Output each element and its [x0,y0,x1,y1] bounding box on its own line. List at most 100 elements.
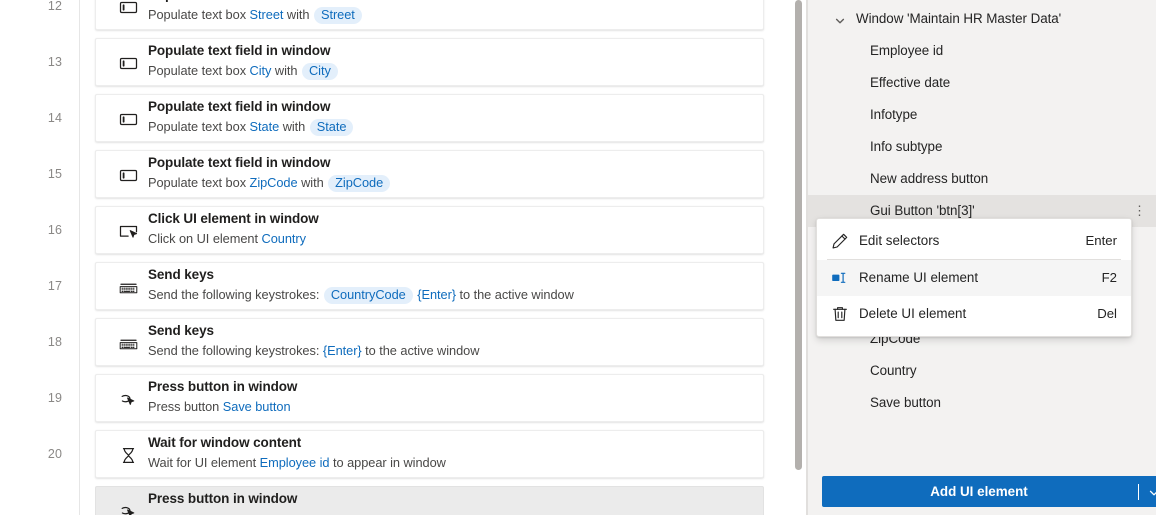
flow-action-description: Populate text box City with City [148,63,755,80]
ui-element-tree-item-label: Info subtype [870,139,943,154]
description-text: to appear in window [329,455,446,470]
flow-row[interactable]: 12 Populate text field in windowPopulate … [0,0,806,34]
parameter-link: Save button [222,399,291,414]
hourglass-icon [118,445,139,466]
context-menu-item[interactable]: Edit selectors Enter [817,223,1131,259]
flow-action-title: Click UI element in window [148,211,319,226]
ui-element-tree-item[interactable]: Employee id [808,35,1156,67]
flow-row-number: 13 [47,55,62,69]
ui-element-tree-item[interactable]: Effective date [808,67,1156,99]
parameter-link: ZipCode [249,175,298,190]
flow-action-card[interactable]: Populate text field in window Populate te… [95,150,764,198]
ui-element-tree-item[interactable]: Save button [808,387,1156,419]
context-menu-item-label: Rename UI element [859,270,979,285]
description-text: Populate text box [148,175,250,190]
parameter-link: State [249,119,280,134]
ui-elements-pane: Window 'Maintain HR Master Data' Employee… [808,0,1156,515]
flow-row[interactable]: 15 Populate text field in window Populate … [0,146,806,202]
split-button-divider [1138,484,1139,500]
rename-icon [831,269,849,287]
flow-row[interactable]: 18 Send keys Send the following keystrokes… [0,314,806,370]
textbox-icon [118,109,139,130]
ui-element-tree-item-label: New address button [870,171,989,186]
flow-action-title: Press button in window [148,379,298,394]
ui-element-tree-item[interactable]: Info subtype [808,131,1156,163]
flow-action-description: Send the following keystrokes: CountryCo… [148,287,755,304]
flow-row-number: 14 [47,111,62,125]
textbox-icon [118,53,139,74]
more-options-icon[interactable]: ⋮ [1130,195,1150,227]
add-ui-element-split-button[interactable]: Add UI element [822,476,1156,507]
flow-action-description: Wait for UI element Employee id to appea… [148,455,755,470]
description-text: Send the following keystrokes: [148,287,323,302]
power-automate-desktop-designer: 12 Populate text field in window Populate … [0,0,1156,515]
flow-action-description: Populate text box State with State [148,119,755,136]
ui-element-tree-item[interactable]: Infotype [808,99,1156,131]
flow-action-title: Populate text field in window [148,43,331,58]
chevron-down-icon[interactable] [1148,486,1156,498]
chevron-down-icon[interactable] [834,14,846,26]
flow-row-number: 19 [47,391,62,405]
parameter-pill: State [309,119,354,136]
flow-scrollbar-track[interactable] [792,0,806,515]
context-menu-item-label: Edit selectors [859,233,940,248]
parameter-link: Street [249,7,284,22]
textbox-icon [118,0,139,18]
flow-row[interactable]: 19 Press button in window Press button Sav… [0,370,806,426]
flow-action-card[interactable]: Populate text field in window Populate te… [95,94,764,142]
ui-element-tree-item[interactable]: New address button [808,163,1156,195]
keyboard-icon [118,333,139,354]
flow-action-title: Populate text field in window [148,155,331,170]
pencil-icon [831,232,849,250]
flow-action-card[interactable]: Populate text field in window Populate te… [95,0,764,30]
flow-row[interactable]: 20 Wait for window content Wait for UI ele… [0,426,806,482]
flow-action-card[interactable]: Send keys Send the following keystrokes: … [95,318,764,366]
flow-action-title: Populate text field in window [148,0,755,2]
description-text: with [297,175,328,190]
trash-icon [831,305,849,323]
context-menu-item-shortcut: Del [1097,306,1117,321]
ui-element-tree-item-label: Infotype [870,107,918,122]
flow-action-title: Send keys [148,323,214,338]
parameter-link: {Enter} [417,287,457,302]
flow-action-card[interactable]: Press button in window Press button Save … [95,374,764,422]
flow-action-card[interactable]: Wait for window content Wait for UI eleme… [95,430,764,478]
click-element-icon [118,221,139,242]
flow-action-title: Send keys [148,267,214,282]
add-ui-element-button-label[interactable]: Add UI element [822,476,1136,507]
flow-action-title: Press button in window [148,491,298,506]
flow-row-number: 12 [47,0,62,13]
flow-row[interactable]: 17 Send keys Send the following keystrokes… [0,258,806,314]
flow-action-card[interactable]: Send keys Send the following keystrokes: … [95,262,764,310]
ui-elements-tree: Window 'Maintain HR Master Data' Employee… [808,3,1156,419]
press-button-icon [118,501,139,515]
context-menu-item-label: Delete UI element [859,306,967,321]
flow-row[interactable]: Press button in window [0,482,806,515]
ui-element-tree-item[interactable]: Window 'Maintain HR Master Data' [808,3,1156,35]
flow-action-description: Click on UI element Country [148,231,755,246]
flow-action-card[interactable]: Click UI element in window Click on UI el… [95,206,764,254]
flow-rows-list: 12 Populate text field in window Populate … [0,0,806,515]
flow-action-description: Send the following keystrokes: {Enter} t… [148,343,755,358]
flow-action-description: Populate text box ZipCode with ZipCode [148,175,755,192]
flow-row-number: 18 [47,335,62,349]
flow-row[interactable]: 16 Click UI element in window Click on UI … [0,202,806,258]
context-menu-item[interactable]: Rename UI element F2 [817,260,1131,296]
flow-action-card[interactable]: Press button in window [95,486,764,515]
flow-scrollbar-thumb[interactable] [795,0,802,470]
flow-row[interactable]: 13 Populate text field in window Populate … [0,34,806,90]
press-button-icon [118,389,139,410]
parameter-pill: CountryCode [323,287,413,304]
parameter-link: City [249,63,272,78]
description-text: Populate text box [148,119,250,134]
context-menu-item-shortcut: F2 [1101,270,1117,285]
ui-element-tree-item[interactable]: Country [808,355,1156,387]
flow-row[interactable]: 14 Populate text field in window Populate … [0,90,806,146]
context-menu-item[interactable]: Delete UI element Del [817,296,1131,332]
description-text: to the active window [456,287,574,302]
flow-actions-pane: 12 Populate text field in window Populate … [0,0,806,515]
keyboard-icon [118,277,139,298]
flow-action-card[interactable]: Populate text field in window Populate te… [95,38,764,86]
description-text: Populate text box [148,63,250,78]
textbox-icon [118,165,139,186]
